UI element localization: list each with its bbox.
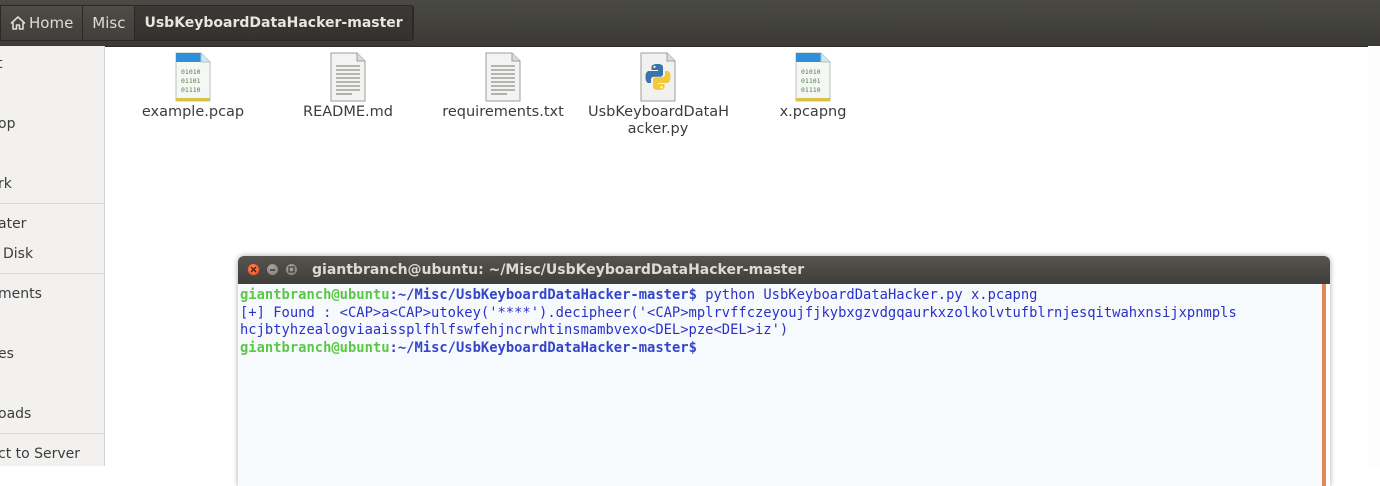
sidebar-item-network[interactable]: rk <box>0 174 104 194</box>
maximize-button[interactable] <box>285 263 298 276</box>
terminal-output[interactable]: giantbranch@ubuntu:~/Misc/UsbKeyboardDat… <box>238 284 1326 486</box>
file-name: x.pcapng <box>779 104 847 120</box>
minimize-icon <box>270 269 275 271</box>
python-file-icon <box>640 52 676 102</box>
svg-text:01101: 01101 <box>181 77 201 85</box>
file-name: requirements.txt <box>442 104 564 120</box>
prompt-path: :~/Misc/UsbKeyboardDataHacker-master <box>389 287 689 303</box>
terminal-prompt-line: giantbranch@ubuntu:~/Misc/UsbKeyboardDat… <box>240 340 1322 358</box>
breadcrumb-home[interactable]: Home <box>1 6 84 40</box>
pcap-file-icon: 01010 01101 01110 <box>175 52 211 102</box>
file-name: UsbKeyboardDataH acker.py <box>588 104 730 137</box>
sidebar-item-documents[interactable]: ments <box>0 284 104 304</box>
sidebar-item-recent[interactable]: t <box>0 54 104 74</box>
minimize-button[interactable] <box>266 263 279 276</box>
terminal-output-line: [+] Found : <CAP>a<CAP>utokey('****').de… <box>240 304 1237 321</box>
breadcrumb-home-label: Home <box>29 14 74 32</box>
terminal-output-line: hcjbtyhzealogviaaissplfhlfswfehjncrwhtin… <box>240 322 789 338</box>
file-item-example-pcap[interactable]: 01010 01101 01110 example.pcap <box>123 52 263 121</box>
svg-text:01110: 01110 <box>801 86 821 94</box>
svg-text:01010: 01010 <box>801 68 821 76</box>
sidebar-item-pictures[interactable]: es <box>0 344 104 364</box>
file-name: README.md <box>303 104 393 120</box>
prompt-user: giantbranch@ubuntu <box>240 339 390 356</box>
breadcrumb-current[interactable]: UsbKeyboardDataHacker-master <box>135 6 413 40</box>
sidebar-item-disk[interactable]: Disk <box>0 244 104 264</box>
close-icon <box>250 266 257 273</box>
prompt-path: :~/Misc/UsbKeyboardDataHacker-master <box>389 339 689 356</box>
svg-text:01110: 01110 <box>181 86 201 94</box>
pcap-file-icon: 01010 01101 01110 <box>795 52 831 102</box>
terminal-titlebar[interactable]: giantbranch@ubuntu: ~/Misc/UsbKeyboardDa… <box>238 256 1330 284</box>
sidebar-item-connect-to-server[interactable]: ct to Server <box>0 444 104 464</box>
toolbar: Home Misc UsbKeyboardDataHacker-master <box>0 0 1380 47</box>
sidebar-separator <box>0 433 104 434</box>
prompt-user: giantbranch@ubuntu <box>240 287 390 303</box>
sidebar-separator <box>0 203 104 204</box>
terminal-window[interactable]: giantbranch@ubuntu: ~/Misc/UsbKeyboardDa… <box>238 256 1330 486</box>
file-item-x-pcapng[interactable]: 01010 01101 01110 x.pcapng <box>743 52 883 121</box>
file-item-requirements[interactable]: requirements.txt <box>433 52 573 121</box>
maximize-icon <box>288 266 295 273</box>
sidebar-item-computer[interactable]: ater <box>0 214 104 234</box>
file-name: example.pcap <box>141 104 245 120</box>
scrollbar[interactable] <box>1368 46 1380 466</box>
sidebar: t op rk ater Disk ments es oads ct to Se… <box>0 46 105 466</box>
sidebar-separator <box>0 273 104 274</box>
text-file-icon <box>330 52 366 102</box>
breadcrumb-misc[interactable]: Misc <box>83 6 136 40</box>
sidebar-item-downloads[interactable]: oads <box>0 404 104 424</box>
sidebar-item-desktop[interactable]: op <box>0 114 104 134</box>
breadcrumb-misc-label: Misc <box>92 14 126 32</box>
file-item-usbkeyboarddatahacker-py[interactable]: UsbKeyboardDataH acker.py <box>588 52 730 138</box>
prompt-symbol: $ <box>688 287 697 303</box>
text-file-icon <box>485 52 521 102</box>
home-icon <box>10 16 26 30</box>
breadcrumb: Home Misc UsbKeyboardDataHacker-master <box>0 5 414 41</box>
sidebar-item-videos[interactable] <box>0 374 104 394</box>
svg-text:01010: 01010 <box>181 68 201 76</box>
terminal-command-line: giantbranch@ubuntu:~/Misc/UsbKeyboardDat… <box>240 287 1322 305</box>
svg-text:01101: 01101 <box>801 77 821 85</box>
close-button[interactable] <box>247 263 260 276</box>
terminal-title: giantbranch@ubuntu: ~/Misc/UsbKeyboardDa… <box>312 262 805 278</box>
breadcrumb-current-label: UsbKeyboardDataHacker-master <box>144 15 403 31</box>
prompt-symbol: $ <box>688 339 697 356</box>
file-item-readme[interactable]: README.md <box>278 52 418 121</box>
command-text: python UsbKeyboardDataHacker.py x.pcapng <box>696 287 1038 303</box>
